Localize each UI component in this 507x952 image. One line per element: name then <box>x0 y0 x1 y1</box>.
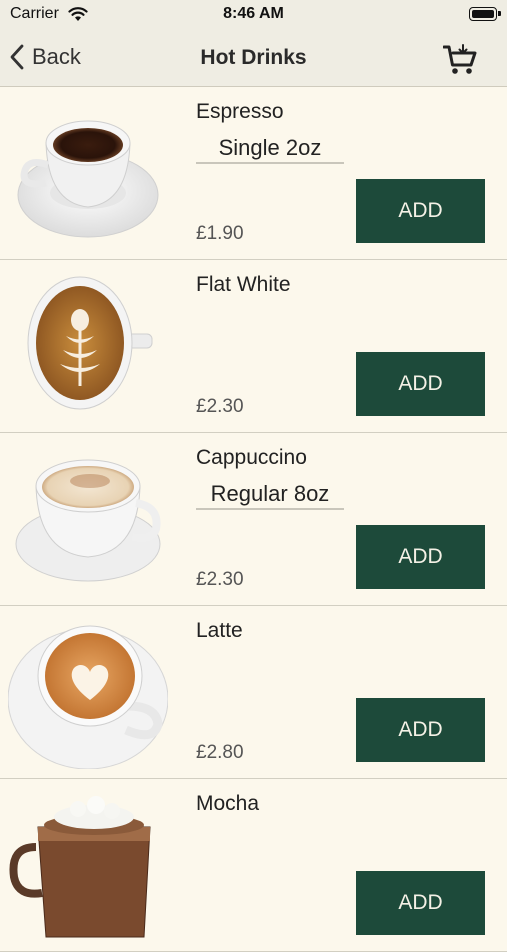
product-name: Cappuccino <box>196 446 307 469</box>
product-name: Mocha <box>196 792 260 815</box>
product-row-espresso: Espresso Single 2oz £1.90 ADD <box>0 87 507 260</box>
mocha-image <box>9 796 151 938</box>
product-row-flat-white: Flat White £2.30 ADD <box>0 260 507 433</box>
status-bar: Carrier 8:46 AM <box>0 0 507 30</box>
clock: 8:46 AM <box>223 5 284 22</box>
product-row-mocha: Mocha ADD <box>0 779 507 952</box>
add-button[interactable]: ADD <box>356 698 485 762</box>
cappuccino-image <box>15 459 161 582</box>
cart-icon[interactable] <box>443 44 479 76</box>
add-button[interactable]: ADD <box>356 525 485 589</box>
product-row-latte: Latte £2.80 ADD <box>0 606 507 779</box>
product-name: Flat White <box>196 273 291 296</box>
product-name: Latte <box>196 619 243 642</box>
add-button[interactable]: ADD <box>356 352 485 416</box>
page-title: Hot Drinks <box>200 46 307 69</box>
product-list: Espresso Single 2oz £1.90 ADD Flat White… <box>0 87 507 952</box>
add-button[interactable]: ADD <box>356 871 485 935</box>
product-price: £2.30 <box>196 569 244 590</box>
product-price: £2.80 <box>196 742 244 763</box>
product-price: £2.30 <box>196 396 244 417</box>
espresso-image <box>17 120 159 238</box>
product-price: £1.90 <box>196 223 244 244</box>
battery-icon <box>469 7 501 21</box>
navigation-bar: Back Hot Drinks <box>0 30 507 87</box>
product-name: Espresso <box>196 100 284 123</box>
latte-image <box>8 625 168 769</box>
size-selector[interactable]: Single 2oz <box>196 136 344 164</box>
flat-white-image <box>27 276 153 410</box>
product-row-cappuccino: Cappuccino Regular 8oz £2.30 ADD <box>0 433 507 606</box>
add-button[interactable]: ADD <box>356 179 485 243</box>
size-selector[interactable]: Regular 8oz <box>196 482 344 510</box>
